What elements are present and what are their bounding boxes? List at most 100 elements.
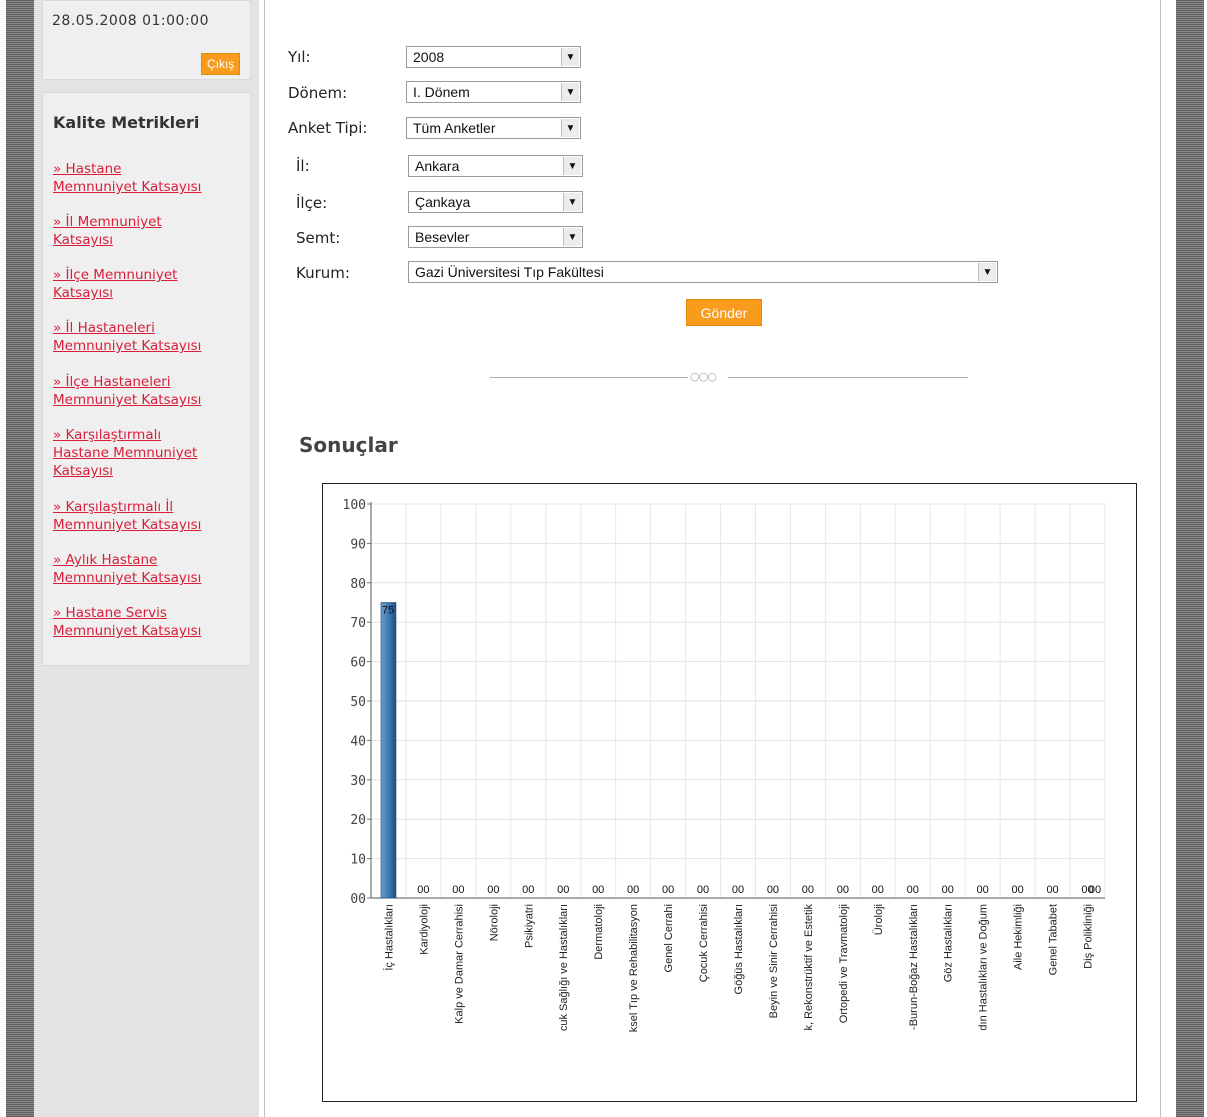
menu-item-line: » Aylık Hastane [53,552,158,568]
x-category-label: ksel Tıp ve Rehabilitasyon [628,904,640,1032]
y-tick-label: 90 [350,537,366,552]
y-tick-label: 10 [350,853,366,868]
y-tick-label: 80 [350,577,366,592]
x-category-label: Diş Polikliniği [1083,904,1095,969]
bar-chart-svg: 00 10 20 30 40 50 60 70 80 90 100 75 İç Hastalıkları… [343,498,1106,1032]
menu-item-line: » İlçe Memnuniyet [53,267,178,283]
x-category-label: Genel Cerrahi [663,904,675,972]
province-select[interactable]: Ankara ▼ [408,155,583,177]
survey-type-select[interactable]: Tüm Anketler ▼ [406,117,581,139]
x-category-label: Kalp ve Damar Cerrahisi [453,904,465,1024]
bar-value-label: 00 [767,884,779,896]
y-tick-label: 70 [350,616,366,631]
x-category-label: Psikiyatri [523,904,535,948]
menu-item[interactable]: » İl Hastaneleri Memnuniyet Katsayısı [53,319,243,355]
x-category-label: -Burun-Boğaz Hastalıkları [908,904,920,1030]
chevron-down-icon[interactable]: ▼ [978,263,996,281]
x-category-label: Ortopedi ve Travmatoloji [838,904,850,1023]
menu-item[interactable]: » Hastane Memnuniyet Katsayısı [53,160,243,196]
bar-value-label: 00 [487,884,499,896]
bar-value-label: 00 [627,884,639,896]
bar-value-label: 00 [452,884,464,896]
bar-value-label: 00 [977,884,989,896]
bar-value-label: 00 [522,884,534,896]
content-right-border [1160,0,1161,1117]
menu-item-line: Memnuniyet Katsayısı [53,623,202,639]
menu-item-line: Katsayısı [53,463,114,479]
main-content: Yıl: 2008 ▼ Dönem: I. Dönem ▼ Anket Tipi… [266,0,1158,1117]
y-tick-label: 30 [350,774,366,789]
menu-item[interactable]: » Karşılaştırmalı Hastane Memnuniyet Katsa… [53,426,243,480]
x-category-label: Göz Hastalıkları [943,904,955,982]
y-tick-label: 50 [350,695,366,710]
logout-button[interactable]: Çıkış [201,53,241,75]
left-border-stripe [6,0,34,1117]
period-select-value: I. Dönem [413,84,470,100]
y-tick-label: 00 [350,892,366,907]
bar-value-label: 75 [382,605,394,617]
institution-select-value: Gazi Üniversitesi Tıp Fakültesi [415,264,604,280]
menu-item-line: Katsayısı [53,232,114,248]
survey-type-select-value: Tüm Anketler [413,120,496,136]
menu-item[interactable]: » İlçe Memnuniyet Katsayısı [53,266,243,302]
results-chart: 00 10 20 30 40 50 60 70 80 90 100 75 İç Hastalıkları… [322,483,1137,1102]
menu-item[interactable]: » İl Memnuniyet Katsayısı [53,213,243,249]
neighborhood-select-value: Besevler [415,229,470,245]
chevron-down-icon[interactable]: ▼ [561,48,579,66]
x-category-label: Nöroloji [488,904,500,941]
chart-bar [380,602,397,899]
bar-value-label: 00 [592,884,604,896]
x-category-label: cuk Sağlığı ve Hastalıkları [558,904,570,1031]
district-select[interactable]: Çankaya ▼ [408,191,583,213]
menu-title: Kalite Metrikleri [53,113,200,132]
bar-value-label: 00 [732,884,744,896]
bar-value-label: 00 [942,884,954,896]
institution-select[interactable]: Gazi Üniversitesi Tıp Fakültesi ▼ [408,261,998,283]
menu-item-line: » İl Memnuniyet [53,214,162,230]
divider-ornament: ○○○ [690,370,717,383]
year-label: Yıl: [288,48,311,66]
chevron-down-icon[interactable]: ▼ [561,119,579,137]
period-label: Dönem: [288,84,348,102]
neighborhood-select[interactable]: Besevler ▼ [408,226,583,248]
y-tick-label: 100 [343,498,366,513]
menu-item-line: » İl Hastaneleri [53,320,155,336]
menu-item-line: Memnuniyet Katsayısı [53,392,202,408]
bar-value-label: 00 [837,884,849,896]
x-category-label: İç Hastalıkları [382,904,395,971]
period-select[interactable]: I. Dönem ▼ [406,81,581,103]
right-border-stripe [1176,0,1204,1117]
results-title: Sonuçlar [299,433,398,457]
submit-button[interactable]: Gönder [686,299,762,326]
menu-item[interactable]: » Aylık Hastane Memnuniyet Katsayısı [53,551,243,587]
menu-item-line: Memnuniyet Katsayısı [53,517,202,533]
bar-value-label: 00 [802,884,814,896]
chevron-down-icon[interactable]: ▼ [563,157,581,175]
chevron-down-icon[interactable]: ▼ [563,193,581,211]
menu-item-line: » Hastane Servis [53,605,167,621]
y-tick-label: 20 [350,813,366,828]
menu-item[interactable]: » İlçe Hastaneleri Memnuniyet Katsayısı [53,373,243,409]
x-category-label: Beyin ve Sinir Cerrahisi [768,904,780,1018]
survey-type-label: Anket Tipi: [288,119,368,137]
y-tick-label: 40 [350,734,366,749]
year-select[interactable]: 2008 ▼ [406,46,581,68]
province-select-value: Ankara [415,158,460,174]
menu-item-line: » İlçe Hastaneleri [53,374,171,390]
x-category-label: Genel Tababet [1048,904,1060,975]
menu-item-line: » Karşılaştırmalı İl [53,499,174,515]
sidebar: 28.05.2008 01:00:00 Çıkış Kalite Metrikl… [34,0,259,1117]
chevron-down-icon[interactable]: ▼ [563,228,581,246]
menu-item[interactable]: » Karşılaştırmalı İl Memnuniyet Katsayısı [53,498,243,534]
x-category-label: Kardiyoloji [418,904,430,955]
menu-item-line: Hastane Memnuniyet [53,445,198,461]
chevron-down-icon[interactable]: ▼ [561,83,579,101]
x-category-label: k, Rekonstrüktif ve Estetik [803,904,815,1031]
bar-value-label: 00 [907,884,919,896]
menu-item-line: Memnuniyet Katsayısı [53,179,202,195]
session-panel: 28.05.2008 01:00:00 Çıkış [42,0,251,80]
x-category-label: Üroloji [873,904,885,935]
menu-item[interactable]: » Hastane Servis Memnuniyet Katsayısı [53,604,243,640]
bar-value-label: 00 [1089,884,1101,896]
content-left-border [264,0,265,1117]
